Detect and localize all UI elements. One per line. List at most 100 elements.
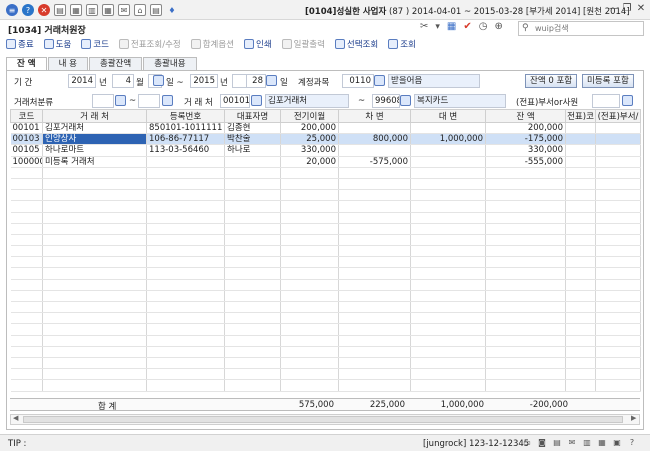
table-cell[interactable]	[565, 301, 596, 314]
view-button[interactable]: 조회	[388, 37, 416, 51]
table-cell[interactable]	[146, 212, 225, 224]
empty-row[interactable]	[10, 301, 641, 314]
unregistered-button[interactable]: 미등록 포함	[582, 74, 634, 88]
table-cell[interactable]	[595, 301, 641, 314]
table-cell[interactable]	[224, 346, 281, 358]
table-cell[interactable]	[10, 256, 43, 269]
table-cell[interactable]	[10, 301, 43, 314]
table-cell[interactable]	[595, 290, 641, 303]
table-cell[interactable]	[42, 301, 147, 314]
table-cell[interactable]	[485, 167, 566, 179]
empty-row[interactable]	[10, 267, 641, 280]
table-cell[interactable]	[485, 279, 566, 291]
partner-type-from-field[interactable]	[92, 94, 114, 108]
table-cell[interactable]	[410, 156, 486, 168]
table-cell[interactable]: 850101-1011111	[146, 122, 225, 135]
table-cell[interactable]	[10, 279, 43, 291]
table-cell[interactable]	[10, 312, 43, 325]
empty-row[interactable]	[10, 234, 641, 247]
table-cell[interactable]	[146, 279, 225, 291]
table-cell[interactable]	[595, 335, 641, 347]
code-button[interactable]: 코드	[81, 37, 109, 51]
restore-button[interactable]: ❐	[621, 4, 633, 15]
empty-row[interactable]	[10, 245, 641, 258]
table-cell[interactable]	[338, 178, 411, 191]
table-cell[interactable]	[280, 200, 339, 213]
globe-icon[interactable]: ⊕	[495, 21, 503, 32]
table-cell[interactable]	[224, 189, 281, 202]
table-cell[interactable]: 하나로	[224, 144, 281, 157]
table-cell[interactable]	[280, 234, 339, 247]
table-cell[interactable]	[410, 122, 486, 135]
table-cell[interactable]	[338, 335, 411, 347]
table-cell[interactable]	[280, 167, 339, 179]
table-cell[interactable]	[485, 267, 566, 280]
table-cell[interactable]	[42, 245, 147, 258]
table-cell[interactable]: 106-86-77117	[146, 133, 225, 146]
table-cell[interactable]	[224, 312, 281, 325]
empty-row[interactable]	[10, 379, 641, 392]
table-cell[interactable]	[224, 245, 281, 258]
empty-row[interactable]	[10, 200, 641, 213]
help-status-icon[interactable]: ?	[627, 438, 637, 448]
table-cell[interactable]: -175,000	[485, 133, 566, 146]
table-cell[interactable]	[146, 178, 225, 191]
empty-row[interactable]	[10, 357, 641, 370]
table-cell[interactable]	[146, 323, 225, 336]
table-cell[interactable]	[595, 144, 641, 157]
table-cell[interactable]	[42, 312, 147, 325]
table-cell[interactable]	[42, 267, 147, 280]
table-cell[interactable]	[42, 212, 147, 224]
table-cell[interactable]	[10, 346, 43, 358]
table-cell[interactable]	[224, 212, 281, 224]
document-icon[interactable]: ▦	[70, 4, 82, 16]
table-cell[interactable]	[595, 178, 641, 191]
table-cell[interactable]	[10, 223, 43, 235]
table-cell[interactable]	[42, 379, 147, 392]
table-cell[interactable]	[595, 346, 641, 358]
col-voucher-dept[interactable]: (전표)부서/	[595, 109, 641, 123]
table-cell[interactable]	[595, 200, 641, 213]
col-code[interactable]: 코드	[10, 109, 43, 123]
close-circle-icon[interactable]: ✕	[38, 4, 50, 16]
table-cell[interactable]	[280, 346, 339, 358]
start-date-picker-icon[interactable]	[153, 75, 164, 86]
empty-row[interactable]	[10, 346, 641, 358]
table-cell[interactable]: 김종현	[224, 122, 281, 135]
table-cell[interactable]	[224, 267, 281, 280]
table-cell[interactable]	[280, 189, 339, 202]
dept-field[interactable]	[592, 94, 620, 108]
col-balance[interactable]: 잔 액	[485, 109, 566, 123]
mail-status-icon[interactable]: ✉	[567, 438, 577, 448]
tools-icon[interactable]: ✂	[420, 21, 428, 32]
table-cell[interactable]	[410, 234, 486, 247]
check-menu-icon[interactable]: ✔	[463, 21, 471, 32]
table-cell[interactable]	[565, 212, 596, 224]
voucher-edit-button[interactable]: 전표조회/수정	[118, 37, 181, 51]
table-cell[interactable]: 20,000	[280, 156, 339, 168]
table-cell[interactable]	[410, 144, 486, 157]
table-cell[interactable]: 김포거래처	[42, 122, 147, 135]
table-cell[interactable]	[146, 256, 225, 269]
table-cell[interactable]	[146, 357, 225, 370]
table-cell[interactable]	[485, 312, 566, 325]
pin-icon[interactable]: ♦	[166, 4, 178, 16]
table-cell[interactable]	[280, 335, 339, 347]
table-cell[interactable]	[42, 178, 147, 191]
table-cell[interactable]	[565, 335, 596, 347]
empty-row[interactable]	[10, 335, 641, 347]
table-cell[interactable]	[338, 279, 411, 291]
table-cell[interactable]	[146, 156, 225, 168]
table-cell[interactable]: -575,000	[338, 156, 411, 168]
end-year-field[interactable]: 2015	[190, 74, 218, 88]
table-cell[interactable]	[410, 323, 486, 336]
table-cell[interactable]	[595, 133, 641, 146]
home-icon[interactable]: ⌂	[134, 4, 146, 16]
table-cell[interactable]	[565, 346, 596, 358]
table-cell[interactable]	[224, 290, 281, 303]
table-cell[interactable]	[485, 178, 566, 191]
account-code-field[interactable]: 0110	[342, 74, 374, 88]
table-cell[interactable]	[410, 346, 486, 358]
table-cell[interactable]	[146, 189, 225, 202]
tab-summary-detail[interactable]: 총괄내용	[143, 57, 197, 71]
